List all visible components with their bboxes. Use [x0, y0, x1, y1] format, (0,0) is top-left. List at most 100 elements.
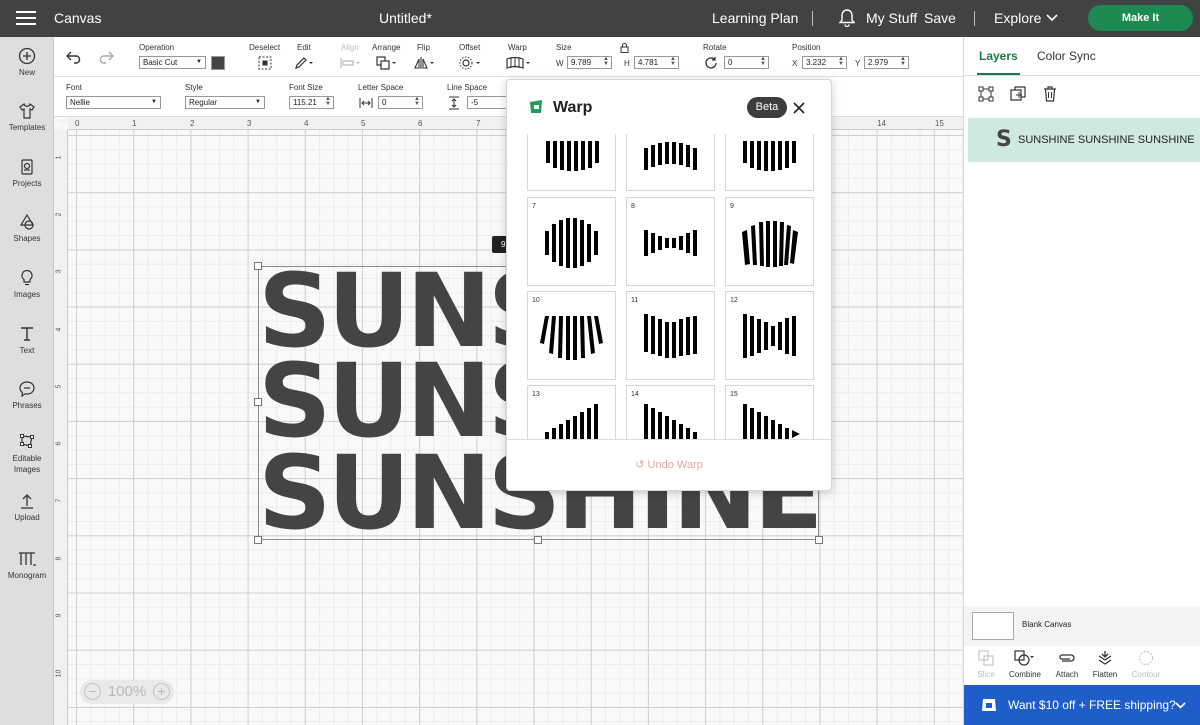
warp-style-tile[interactable] [626, 134, 715, 191]
explore-menu[interactable]: Explore [994, 0, 1041, 37]
divider [974, 11, 975, 26]
edit-toolbar: Operation Basic Cut ▼ Deselect Edit Align… [54, 37, 963, 77]
rotate-value: 0 [728, 58, 733, 67]
warp-style-tile[interactable]: 15 [725, 385, 814, 439]
resize-handle[interactable] [815, 536, 823, 544]
bell-icon[interactable] [839, 9, 855, 27]
blank-canvas-swatch[interactable] [972, 612, 1014, 640]
promo-banner[interactable]: Want $10 off + FREE shipping? [964, 685, 1200, 725]
y-position-input[interactable]: 2.979 ▲ ▼ [864, 56, 909, 69]
ruler-number: 0 [75, 119, 80, 128]
operation-select[interactable]: Basic Cut ▼ [139, 56, 206, 69]
arrange-icon[interactable] [376, 56, 398, 70]
close-icon[interactable] [793, 102, 805, 114]
trash-icon[interactable] [1042, 86, 1058, 102]
nav-phrases[interactable]: Phrases [0, 380, 54, 410]
text-layer-icon: S [996, 127, 1012, 152]
attach-button[interactable]: Attach [1047, 650, 1087, 679]
operation-value: Basic Cut [143, 58, 178, 67]
nav-new[interactable]: New [0, 47, 54, 77]
chevron-down-icon[interactable] [1046, 14, 1058, 22]
warp-style-tile[interactable]: 10 [527, 291, 616, 380]
height-input[interactable]: 4.781 ▲ ▼ [634, 56, 679, 69]
warp-wave-icon [644, 142, 697, 170]
document-title[interactable]: Untitled* [379, 0, 432, 37]
rotate-icon[interactable] [704, 56, 718, 70]
blank-canvas-row[interactable]: Blank Canvas [964, 606, 1200, 646]
chevron-down-icon[interactable] [1175, 702, 1186, 709]
rotate-label: Rotate [703, 43, 727, 52]
warp-style-tile[interactable]: 8 [626, 197, 715, 286]
nav-templates[interactable]: Templates [0, 102, 54, 132]
warp-style-tile[interactable]: 9 [725, 197, 814, 286]
warp-icon[interactable] [506, 56, 532, 70]
resize-handle[interactable] [254, 398, 262, 406]
nav-upload[interactable]: Upload [0, 492, 54, 522]
left-sidebar: New Templates Projects Shapes Images Tex… [0, 37, 54, 725]
make-it-button[interactable]: Make It [1088, 5, 1193, 31]
warp-style-tile[interactable]: 14 [626, 385, 715, 439]
flatten-label: Flatten [1092, 670, 1118, 679]
offset-icon[interactable] [459, 56, 483, 70]
hamburger-menu-icon[interactable] [16, 10, 36, 26]
zoom-control[interactable]: − 100% + [80, 680, 174, 704]
flip-icon[interactable] [414, 56, 436, 70]
stepper-icon[interactable]: ▲ ▼ [760, 56, 766, 67]
group-icon[interactable] [978, 86, 994, 102]
nav-monogram[interactable]: Monogram [0, 550, 54, 580]
projects-icon [21, 159, 33, 175]
undo-warp-button[interactable]: ↺ Undo Warp [507, 439, 831, 491]
tab-layers[interactable]: Layers [977, 37, 1020, 75]
warp-style-tile[interactable]: 12 [725, 291, 814, 380]
warp-style-tile[interactable]: 13 [527, 385, 616, 439]
edit-label: Edit [297, 43, 311, 52]
zoom-in-icon[interactable]: + [153, 683, 170, 700]
stepper-icon[interactable]: ▲ ▼ [603, 56, 609, 67]
nav-shapes[interactable]: Shapes [0, 213, 54, 243]
nav-projects[interactable]: Projects [0, 158, 54, 188]
warp-style-tile[interactable] [527, 134, 616, 191]
warp-style-tile[interactable] [725, 134, 814, 191]
warp-flag-icon [644, 314, 697, 358]
letter-space-input[interactable]: 0 ▲ ▼ [378, 96, 423, 109]
line-space-input[interactable]: -5 [467, 96, 507, 109]
ruler-number: 9 [55, 613, 63, 618]
learning-plan-link[interactable]: Learning Plan [712, 0, 798, 37]
stepper-icon[interactable]: ▲ ▼ [414, 96, 420, 107]
stepper-icon[interactable]: ▲ ▼ [670, 56, 676, 67]
font-size-input[interactable]: 115.21 ▲ ▼ [289, 96, 334, 109]
color-swatch[interactable] [211, 56, 225, 70]
stepper-icon[interactable]: ▲ ▼ [325, 96, 331, 107]
resize-handle[interactable] [254, 262, 262, 270]
warp-style-tile[interactable]: 11 [626, 291, 715, 380]
pencil-icon[interactable] [294, 56, 314, 70]
zoom-out-icon[interactable]: − [84, 683, 101, 700]
letter-space-label: Letter Space [358, 83, 404, 92]
stepper-icon[interactable]: ▲ ▼ [838, 56, 844, 67]
warp-style-grid[interactable]: 7 8 9 10 11 12 13 14 15 [507, 134, 833, 439]
redo-icon[interactable] [96, 51, 114, 64]
deselect-icon[interactable] [258, 56, 272, 70]
save-button[interactable]: Save [924, 0, 956, 37]
my-stuff-link[interactable]: My Stuff [866, 0, 917, 37]
nav-text[interactable]: Text [0, 325, 54, 355]
x-position-input[interactable]: 3.232 ▲ ▼ [802, 56, 847, 69]
nav-images[interactable]: Images [0, 269, 54, 299]
combine-button[interactable]: Combine [1005, 650, 1045, 679]
layer-item[interactable]: S SUNSHINE SUNSHINE SUNSHINE [968, 118, 1200, 162]
warp-style-tile[interactable]: 7 [527, 197, 616, 286]
tab-color-sync[interactable]: Color Sync [1037, 37, 1096, 75]
style-select[interactable]: Regular ▼ [185, 96, 265, 109]
stepper-icon[interactable]: ▲ ▼ [900, 56, 906, 67]
nav-editable-images[interactable]: Editable Images [0, 432, 54, 475]
width-input[interactable]: 9.789 ▲ ▼ [567, 56, 612, 69]
undo-icon[interactable] [66, 51, 84, 64]
style-label: Style [185, 83, 203, 92]
duplicate-icon[interactable] [1010, 86, 1026, 102]
resize-handle[interactable] [534, 536, 542, 544]
flatten-button[interactable]: Flatten [1085, 650, 1125, 679]
lock-icon[interactable] [620, 43, 629, 53]
font-select[interactable]: Nellie ▼ [66, 96, 161, 109]
rotate-input[interactable]: 0 ▲ ▼ [724, 56, 769, 69]
resize-handle[interactable] [254, 536, 262, 544]
